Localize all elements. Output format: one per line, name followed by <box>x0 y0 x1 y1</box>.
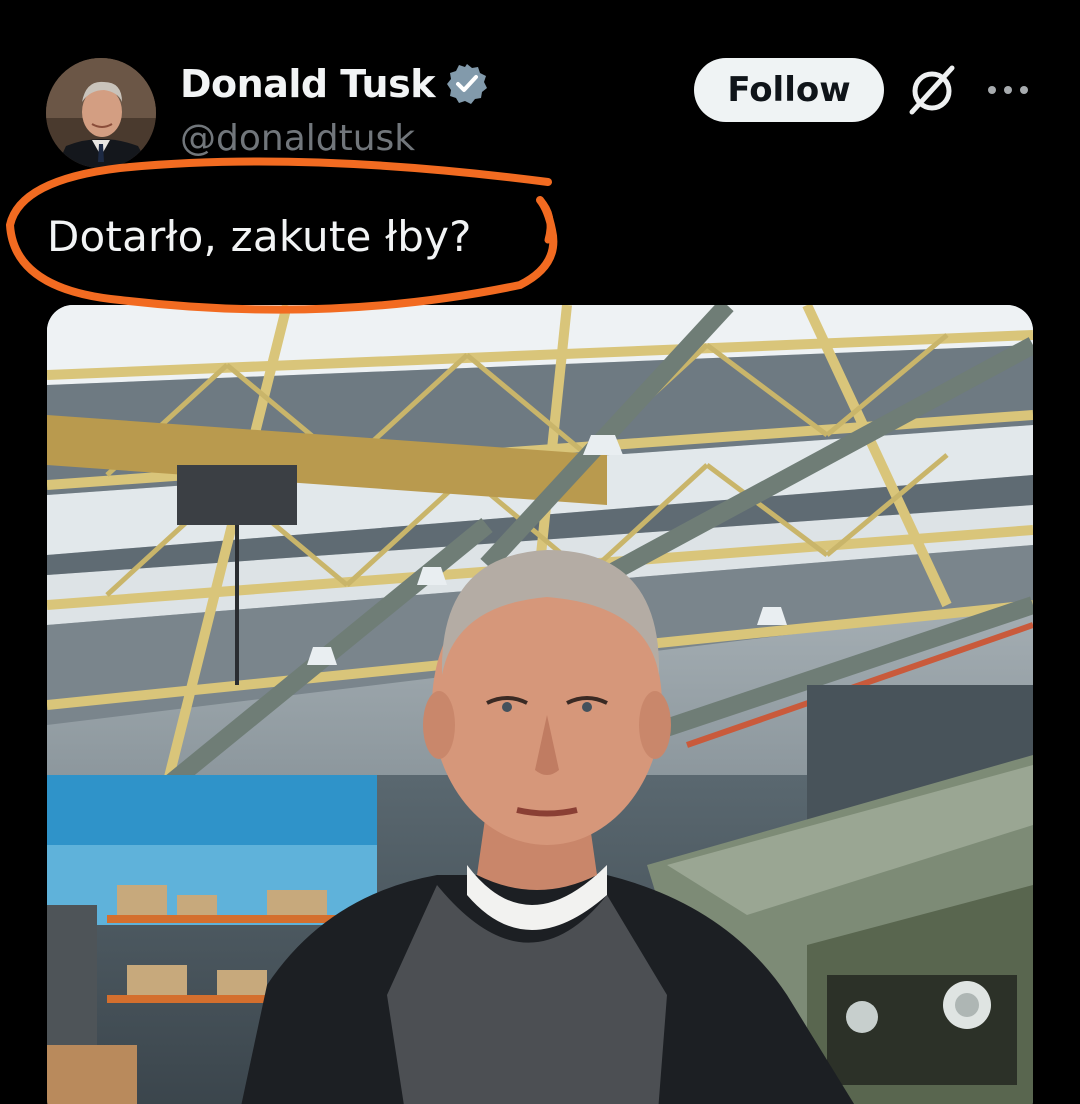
post-photo[interactable] <box>47 305 1033 1104</box>
grok-icon[interactable] <box>904 62 960 118</box>
verified-badge-icon <box>447 64 487 104</box>
author-name-row: Donald Tusk <box>180 62 489 106</box>
follow-button[interactable]: Follow <box>694 58 884 122</box>
avatar[interactable] <box>46 58 156 168</box>
post-view: Donald Tusk @donaldtusk Follow Dotarło, … <box>0 0 1080 1104</box>
display-name[interactable]: Donald Tusk <box>180 62 436 106</box>
more-options-icon[interactable] <box>984 70 1032 110</box>
author-handle[interactable]: @donaldtusk <box>180 118 415 159</box>
post-text: Dotarło, zakute łby? <box>47 212 472 261</box>
